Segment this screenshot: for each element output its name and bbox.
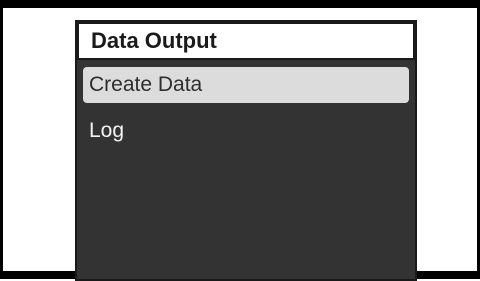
device-frame: Data Output Create Data Log <box>0 0 480 281</box>
menu-list: Create Data Log <box>83 67 409 159</box>
menu-item-log[interactable]: Log <box>83 113 409 149</box>
device-screen: Data Output Create Data Log <box>75 20 417 281</box>
menu-item-create-data[interactable]: Create Data <box>83 67 409 103</box>
screen-title: Data Output <box>77 22 415 60</box>
